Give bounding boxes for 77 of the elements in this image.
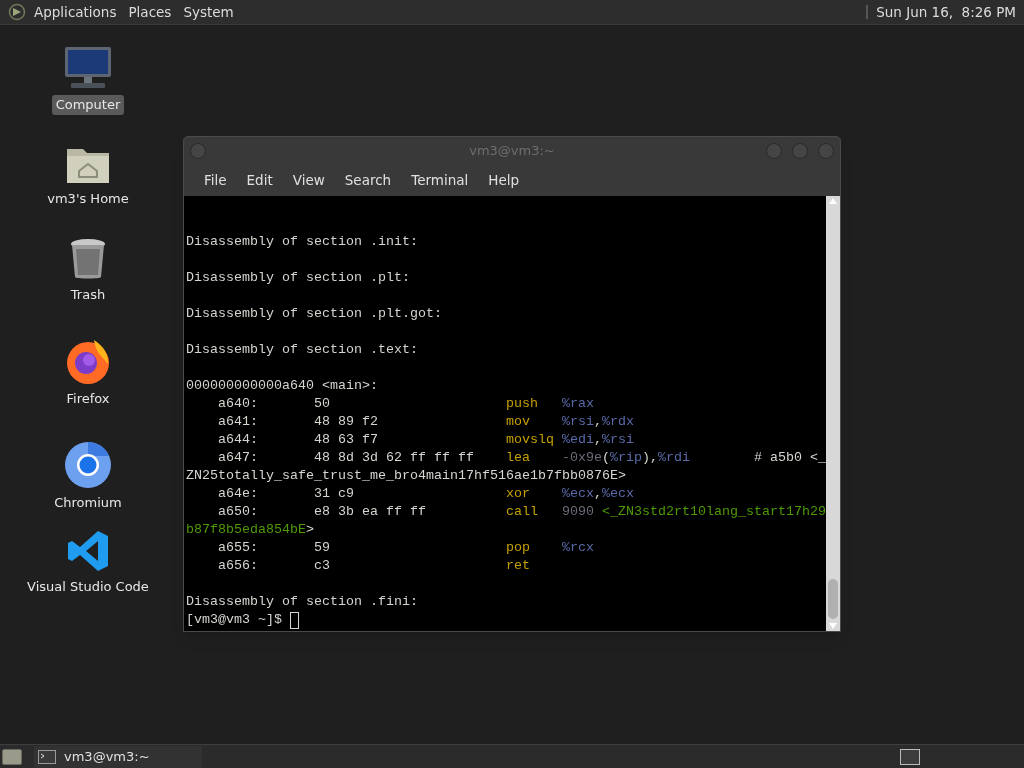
terminal-icon [38,749,56,764]
menu-item[interactable]: Help [478,167,530,194]
terminal-line: Disassembly of section .fini: [186,593,418,611]
opcode-bytes: 48 89 f2 [314,413,378,431]
address: a647: [218,449,258,467]
opcode-bytes: 59 [314,539,330,557]
terminal-line: Disassembly of section .plt.got: [186,305,442,323]
opcode-bytes: 48 8d 3d 62 ff ff ff [314,449,474,467]
mnemonic: push [506,395,538,413]
mnemonic: mov [506,413,530,431]
maximize-icon[interactable] [792,143,808,159]
operands: -0x9e(%rip),%rdi [562,449,690,467]
menu-item[interactable]: View [282,167,335,194]
desktop-icon-label[interactable]: Trash [66,285,110,305]
panel-menu[interactable]: System [183,1,234,23]
terminal-line: Disassembly of section .plt: [186,269,410,287]
mnemonic: xor [506,485,530,503]
monitor-icon [63,45,113,91]
operands: %rax [562,395,594,413]
desktop-icon-label[interactable]: vm3's Home [43,189,133,209]
scroll-thumb[interactable] [828,579,838,619]
address: a656: [218,557,258,575]
text-cursor [290,611,299,629]
taskbar-button[interactable]: vm3@vm3:~ [34,745,202,768]
opcode-bytes: 48 63 f7 [314,431,378,449]
mnemonic: call [506,503,538,521]
flame-globe-icon [64,337,112,385]
panel-separator-icon [866,5,869,19]
ribbon-icon [66,529,110,573]
panel-menu[interactable]: Places [128,1,172,23]
opcode-bytes: 31 c9 [314,485,354,503]
terminal-line: b87f8b5eda854bE> [186,521,314,539]
desktop-icon-label[interactable]: Visual Studio Code [23,577,153,597]
address: a650: [218,503,258,521]
desktop-icon-label[interactable]: Chromium [50,493,126,513]
menu-item[interactable]: Search [334,167,402,194]
menu-item[interactable]: File [194,167,237,194]
operands: %edi,%rsi [562,431,634,449]
terminal-line: Disassembly of section .text: [186,341,418,359]
opcode-bytes: c3 [314,557,330,575]
terminal-line: 000000000000a640 <main>: [186,377,378,395]
menu-item[interactable]: Edit [236,167,283,194]
scroll-up-icon[interactable] [829,198,837,204]
address: a655: [218,539,258,557]
close-icon[interactable] [818,143,834,159]
window-menu-icon[interactable] [190,143,206,159]
address: a64e: [218,485,258,503]
operands: 9090 <_ZN3std2rt10lang_start17h29 [562,503,826,521]
ring-icon [64,441,112,489]
comment: # a5b0 <_ [754,449,826,467]
terminal-line: ZN25totally_safe_trust_me_bro4main17hf516ae1b7fbb0876E> [186,467,626,485]
menu-item[interactable]: Terminal [401,167,479,194]
mnemonic: movslq [506,431,554,449]
show-desktop-icon[interactable] [2,748,22,765]
mnemonic: lea [506,449,530,467]
address: a640: [218,395,258,413]
mnemonic: ret [506,557,530,575]
logo-icon [8,3,26,21]
terminal-line: Disassembly of section .init: [186,233,418,251]
address: a641: [218,413,258,431]
opcode-bytes: 50 [314,395,330,413]
operands: %ecx,%ecx [562,485,634,503]
address: a644: [218,431,258,449]
trash-icon [68,237,108,281]
scrollbar[interactable] [826,196,840,631]
operands: %rsi,%rdx [562,413,634,431]
workspace-switcher[interactable] [900,748,920,765]
operands: %rcx [562,539,594,557]
minimize-icon[interactable] [766,143,782,159]
desktop-icon-label[interactable]: Firefox [62,389,114,409]
clock[interactable]: Sun Jun 16, 8:26 PM [876,1,1016,23]
mnemonic: pop [506,539,530,557]
desktop-icon-label[interactable]: Computer [51,95,125,115]
opcode-bytes: e8 3b ea ff ff [314,503,426,521]
scroll-down-icon[interactable] [829,623,837,629]
shell-prompt: [vm3@vm3 ~]$ [186,611,282,629]
panel-menu[interactable]: Applications [34,1,117,23]
